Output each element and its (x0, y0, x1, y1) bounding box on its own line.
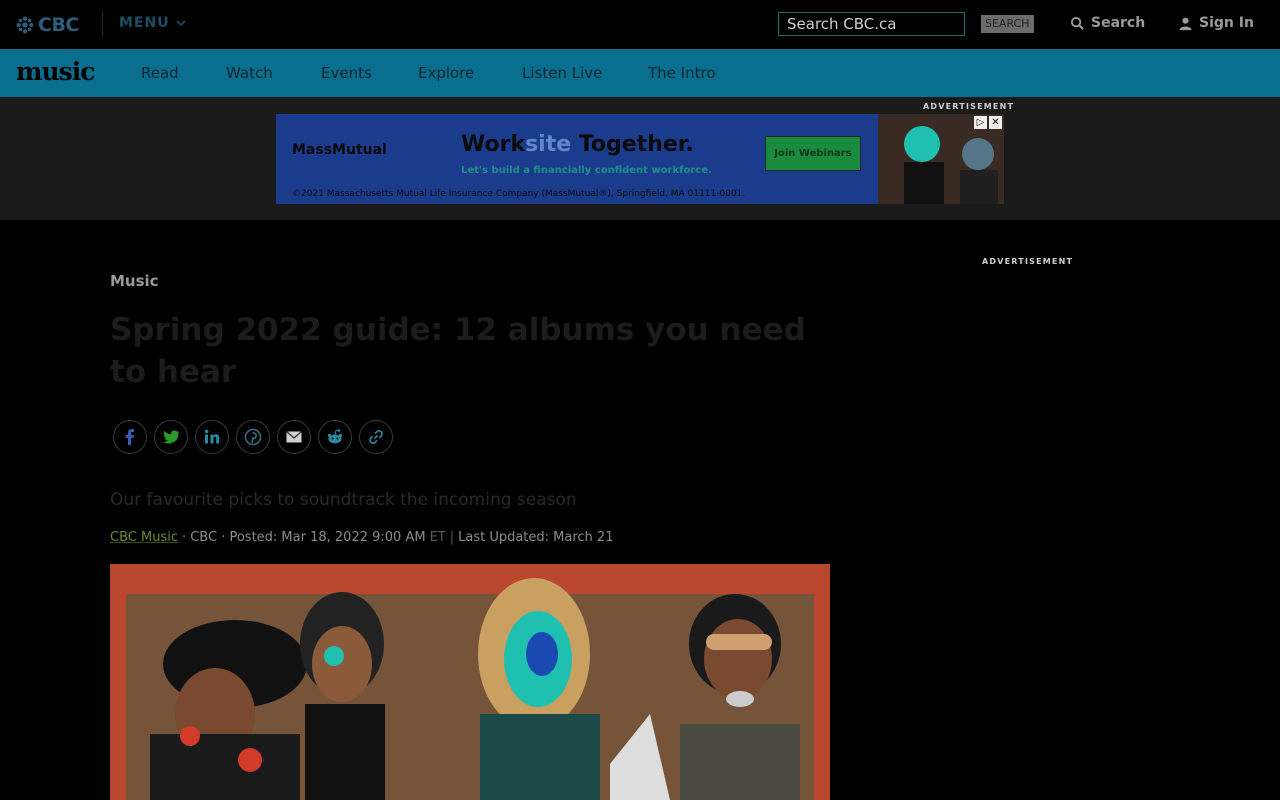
share-linkedin-button[interactable] (195, 420, 229, 454)
twitter-icon (163, 430, 179, 444)
sign-in-label: Sign In (1199, 15, 1254, 31)
ad-subline: Let's build a financially confident work… (461, 165, 712, 176)
share-email-button[interactable] (277, 420, 311, 454)
ad-headline-part1: Work (461, 132, 526, 157)
search-submit-button[interactable]: SEARCH (981, 15, 1034, 33)
byline-separator: | (449, 530, 455, 545)
nav-item-events[interactable]: Events (321, 64, 372, 82)
byline-updated: Last Updated: March 21 (458, 530, 614, 545)
logo-text: CBC (38, 14, 79, 36)
nav-item-read[interactable]: Read (141, 64, 179, 82)
section-label[interactable]: Music (110, 272, 159, 290)
ad-headline-accent: site (525, 132, 572, 157)
nav-item-watch[interactable]: Watch (226, 64, 273, 82)
nav-item-explore[interactable]: Explore (418, 64, 474, 82)
hero-artwork (110, 564, 830, 800)
share-facebook-button[interactable] (113, 420, 147, 454)
linkedin-icon (204, 429, 220, 444)
search-link-label: Search (1091, 15, 1146, 31)
cbc-gem-icon (16, 16, 34, 34)
chevron-down-icon (176, 20, 186, 27)
nav-item-the-intro[interactable]: The Intro (648, 64, 716, 82)
search-link[interactable]: Search (1070, 15, 1145, 31)
article-deck: Our favourite picks to soundtrack the in… (110, 490, 577, 510)
user-icon (1179, 17, 1192, 30)
nav-item-listen-live[interactable]: Listen Live (522, 64, 602, 82)
menu-button[interactable]: MENU (119, 15, 186, 31)
byline-posted: · CBC · Posted: Mar 18, 2022 9:00 AM (181, 530, 426, 545)
article-byline: CBC Music · CBC · Posted: Mar 18, 2022 9… (110, 530, 613, 545)
cbc-logo[interactable]: CBC (16, 13, 79, 37)
music-nav: music Read Watch Events Explore Listen L… (0, 49, 1280, 97)
email-icon (286, 431, 302, 443)
link-icon (369, 430, 383, 444)
share-pinterest-button[interactable] (236, 420, 270, 454)
article-headline: Spring 2022 guide: 12 albums you need to… (110, 312, 806, 390)
search-input[interactable] (778, 12, 965, 36)
menu-label: MENU (119, 15, 170, 31)
ad-controls: ▷ ✕ (974, 116, 1002, 129)
ad-label: ADVERTISEMENT (923, 102, 1015, 111)
reddit-icon (327, 429, 343, 444)
ad-banner[interactable]: MassMutual Worksite Together. Let's buil… (276, 114, 1004, 204)
pinterest-icon (244, 428, 262, 446)
ad-headline-part2: Together. (571, 132, 694, 157)
site-header: CBC MENU SEARCH Search Sign In (0, 0, 1280, 50)
ad-close-icon[interactable]: ✕ (989, 116, 1002, 129)
ad-choices-icon[interactable]: ▷ (974, 116, 987, 129)
copy-link-button[interactable] (359, 420, 393, 454)
search-icon (1070, 16, 1084, 30)
share-reddit-button[interactable] (318, 420, 352, 454)
sidebar-ad-label: ADVERTISEMENT (982, 257, 1074, 266)
hero-image (110, 564, 830, 800)
ad-legal: ©2021 Massachusetts Mutual Life Insuranc… (292, 189, 746, 199)
sign-in-link[interactable]: Sign In (1178, 15, 1254, 31)
byline-timezone: ET (429, 530, 446, 545)
share-twitter-button[interactable] (154, 420, 188, 454)
ad-brand: MassMutual (292, 142, 387, 158)
header-divider (102, 11, 103, 37)
facebook-icon (125, 429, 134, 445)
music-brand[interactable]: music (16, 57, 95, 86)
ad-headline: Worksite Together. (461, 132, 694, 157)
share-bar (113, 420, 393, 454)
author-link[interactable]: CBC Music (110, 530, 178, 545)
ad-cta-button[interactable]: Join Webinars (765, 136, 861, 171)
